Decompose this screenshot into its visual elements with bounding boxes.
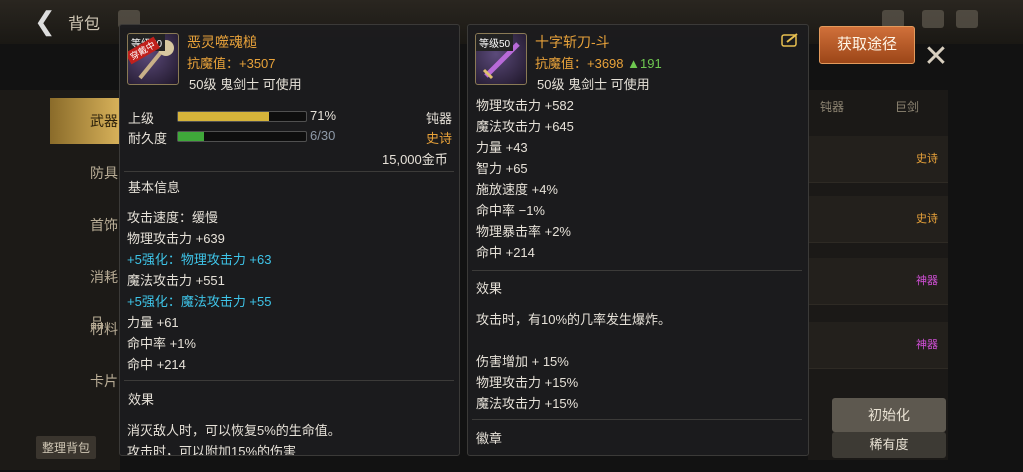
- chat-icon[interactable]: [956, 10, 978, 28]
- effect-title: 效果: [128, 392, 155, 407]
- effect-line: 攻击时，有10%的几率发生爆炸。: [476, 312, 672, 327]
- compare-item-tooltip: 等级50 十字斩刀-斗 抗魔值：+3698 ▲191 50级 鬼剑士 可使用 物…: [467, 24, 809, 456]
- sidebar-item-weapon[interactable]: 武器: [50, 98, 120, 144]
- tab-blunt[interactable]: 钝器: [820, 98, 844, 115]
- effect-line: 伤害增加 + 15%: [476, 354, 569, 369]
- list-item[interactable]: 史诗: [808, 136, 948, 183]
- sidebar-item-consumable[interactable]: 消耗品: [50, 254, 120, 331]
- enhance-stat-line: +5强化：物理攻击力 +63: [127, 252, 272, 267]
- effect-line: 攻击时，可以附加15%的伤害: [127, 444, 297, 456]
- grade-percent: 71%: [310, 108, 337, 123]
- stat-line: 命中率 +1%: [127, 336, 196, 351]
- usable-requirement: 50级 鬼剑士 可使用: [189, 77, 302, 92]
- durability-bar-fill: [178, 132, 204, 141]
- stat-line: 施放速度 +4%: [476, 182, 558, 197]
- resist-value: 抗魔值：+3698 ▲191: [535, 53, 662, 72]
- effect-line: 魔法攻击力 +15%: [476, 396, 579, 411]
- sort-bag-button[interactable]: 整理背包: [36, 436, 97, 459]
- item-name: 恶灵噬魂槌: [187, 34, 257, 50]
- resist-value-text: 抗魔值：+3698: [535, 56, 624, 71]
- category-sidebar: 武器 防具 首饰 消耗品 材料 卡片 整理背包: [0, 90, 120, 470]
- list-item[interactable]: 神器: [808, 258, 948, 305]
- sidebar-item-card[interactable]: 卡片: [50, 358, 120, 404]
- divider: [124, 171, 454, 172]
- rarity-tag: 史诗: [916, 213, 938, 225]
- divider: [472, 419, 802, 420]
- resist-value: 抗魔值：+3507: [187, 56, 276, 71]
- back-arrow-icon[interactable]: ❮: [34, 6, 64, 36]
- item-icon: 等级50: [475, 33, 527, 85]
- reset-button[interactable]: 初始化: [832, 398, 946, 432]
- stat-line: 魔法攻击力 +645: [476, 119, 574, 134]
- sidebar-item-accessory[interactable]: 首饰: [50, 202, 120, 248]
- rarity-sort-button[interactable]: 稀有度: [832, 432, 946, 458]
- stat-line: 命中率 −1%: [476, 203, 545, 218]
- sidebar-item-material[interactable]: 材料: [50, 306, 120, 352]
- rarity-tag: 神器: [916, 339, 938, 351]
- sell-price: 15,000金币: [382, 152, 448, 167]
- stat-line: 智力 +65: [476, 161, 528, 176]
- grade-label: 上级: [128, 111, 155, 126]
- grade-bar-fill: [178, 112, 269, 121]
- sidebar-item-armor[interactable]: 防具: [50, 150, 120, 196]
- durability-value: 6/30: [310, 128, 336, 143]
- rarity-tag: 神器: [916, 275, 938, 287]
- page-title: 背包: [68, 16, 101, 33]
- stat-line: 物理暴击率 +2%: [476, 224, 571, 239]
- stat-line: 力量 +61: [127, 315, 179, 330]
- basic-info-title: 基本信息: [128, 180, 181, 195]
- item-name: 十字斩刀-斗: [535, 34, 610, 50]
- emblem-title: 徽章: [476, 431, 503, 446]
- item-icon: 等级50 穿戴中: [127, 33, 179, 85]
- close-icon[interactable]: ✕: [921, 42, 951, 72]
- rarity-label: 史诗: [426, 131, 453, 146]
- list-item[interactable]: 神器: [808, 322, 948, 369]
- stat-line: 物理攻击力 +582: [476, 98, 574, 113]
- level-badge: 等级50: [476, 34, 514, 51]
- durability-label: 耐久度: [128, 131, 168, 146]
- durability-bar: [177, 131, 307, 142]
- weapon-type: 钝器: [426, 111, 453, 126]
- equipped-item-tooltip: 等级50 穿戴中 恶灵噬魂槌 抗魔值：+3507 50级 鬼剑士 可使用 上级 …: [119, 24, 460, 456]
- stat-line: 攻击速度：缓慢: [127, 210, 219, 225]
- enhance-stat-line: +5强化：魔法攻击力 +55: [127, 294, 272, 309]
- edit-icon[interactable]: [781, 33, 799, 47]
- tab-greatsword[interactable]: 巨剑: [895, 98, 919, 115]
- stat-line: 力量 +43: [476, 140, 528, 155]
- stat-line: 物理攻击力 +639: [127, 231, 225, 246]
- effect-title: 效果: [476, 281, 503, 296]
- mail-icon[interactable]: [922, 10, 944, 28]
- divider: [472, 270, 802, 271]
- resist-diff: ▲191: [627, 56, 662, 71]
- acquire-route-button[interactable]: 获取途径: [819, 26, 915, 64]
- stat-line: 命中 +214: [127, 357, 186, 372]
- stat-line: 魔法攻击力 +551: [127, 273, 225, 288]
- rarity-tag: 史诗: [916, 153, 938, 165]
- list-item[interactable]: 史诗: [808, 196, 948, 243]
- usable-requirement: 50级 鬼剑士 可使用: [537, 77, 650, 92]
- effect-line: 物理攻击力 +15%: [476, 375, 579, 390]
- divider: [124, 380, 454, 381]
- grade-bar: [177, 111, 307, 122]
- effect-line: 消灭敌人时，可以恢复5%的生命值。: [127, 423, 341, 438]
- stat-line: 命中 +214: [476, 245, 535, 260]
